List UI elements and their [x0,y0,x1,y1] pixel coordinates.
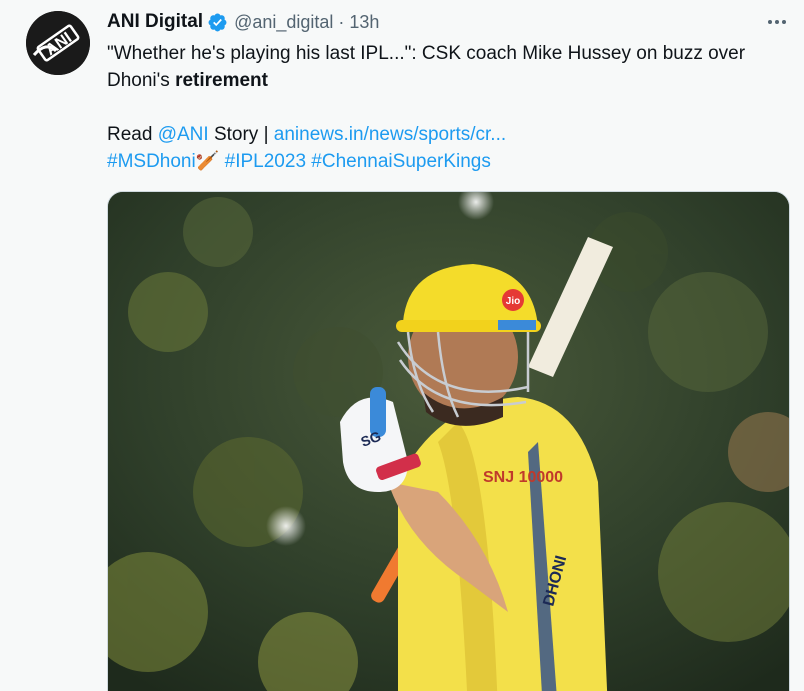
tweet-text-prefix: Dhoni's [107,70,176,91]
ani-logo: ANI [26,11,90,75]
tweet-text-line1: "Whether he's playing his last IPL...": … [107,43,746,64]
mention-link[interactable]: @ANI [158,124,209,145]
jersey-sponsor-text: SNJ 10000 [483,469,563,486]
author-handle[interactable]: @ani_digital [234,12,333,33]
read-middle: Story | [208,124,274,145]
tweet-header: ANI Digital @ani_digital · 13h [107,10,379,34]
hashtag-ipl2023[interactable]: #IPL2023 [225,151,306,172]
hashtag-msdhoni[interactable]: #MSDhoni🏏 [107,151,219,172]
tweet-card[interactable]: ANI ANI Digital @ani_digital · 13h "Whet… [0,0,804,691]
tweet-text-bold: retirement [175,70,268,91]
article-link[interactable]: aninews.in/news/sports/cr... [274,124,506,145]
tweet-read-line: Read @ANI Story | aninews.in/news/sports… [107,121,797,148]
hashtag-chennaisuperkings[interactable]: #ChennaiSuperKings [311,151,491,172]
separator-dot: · [338,11,345,32]
read-prefix: Read [107,124,158,145]
more-options-icon[interactable] [762,10,792,34]
helmet-sponsor-text: Jio [506,296,520,307]
tweet-text: "Whether he's playing his last IPL...": … [107,40,797,175]
tweet-text-line2: Dhoni's retirement [107,67,797,94]
hashtag-line: #MSDhoni🏏 #IPL2023 #ChennaiSuperKings [107,148,797,175]
tweet-image[interactable]: SNJ 10000 DHONI Jio SG [107,191,790,691]
verified-badge-icon [208,13,227,31]
tweet-timestamp[interactable]: 13h [349,12,379,33]
dhoni-photo: SNJ 10000 DHONI Jio SG [108,192,789,691]
author-name[interactable]: ANI Digital [107,11,203,33]
author-avatar[interactable]: ANI [26,11,90,75]
